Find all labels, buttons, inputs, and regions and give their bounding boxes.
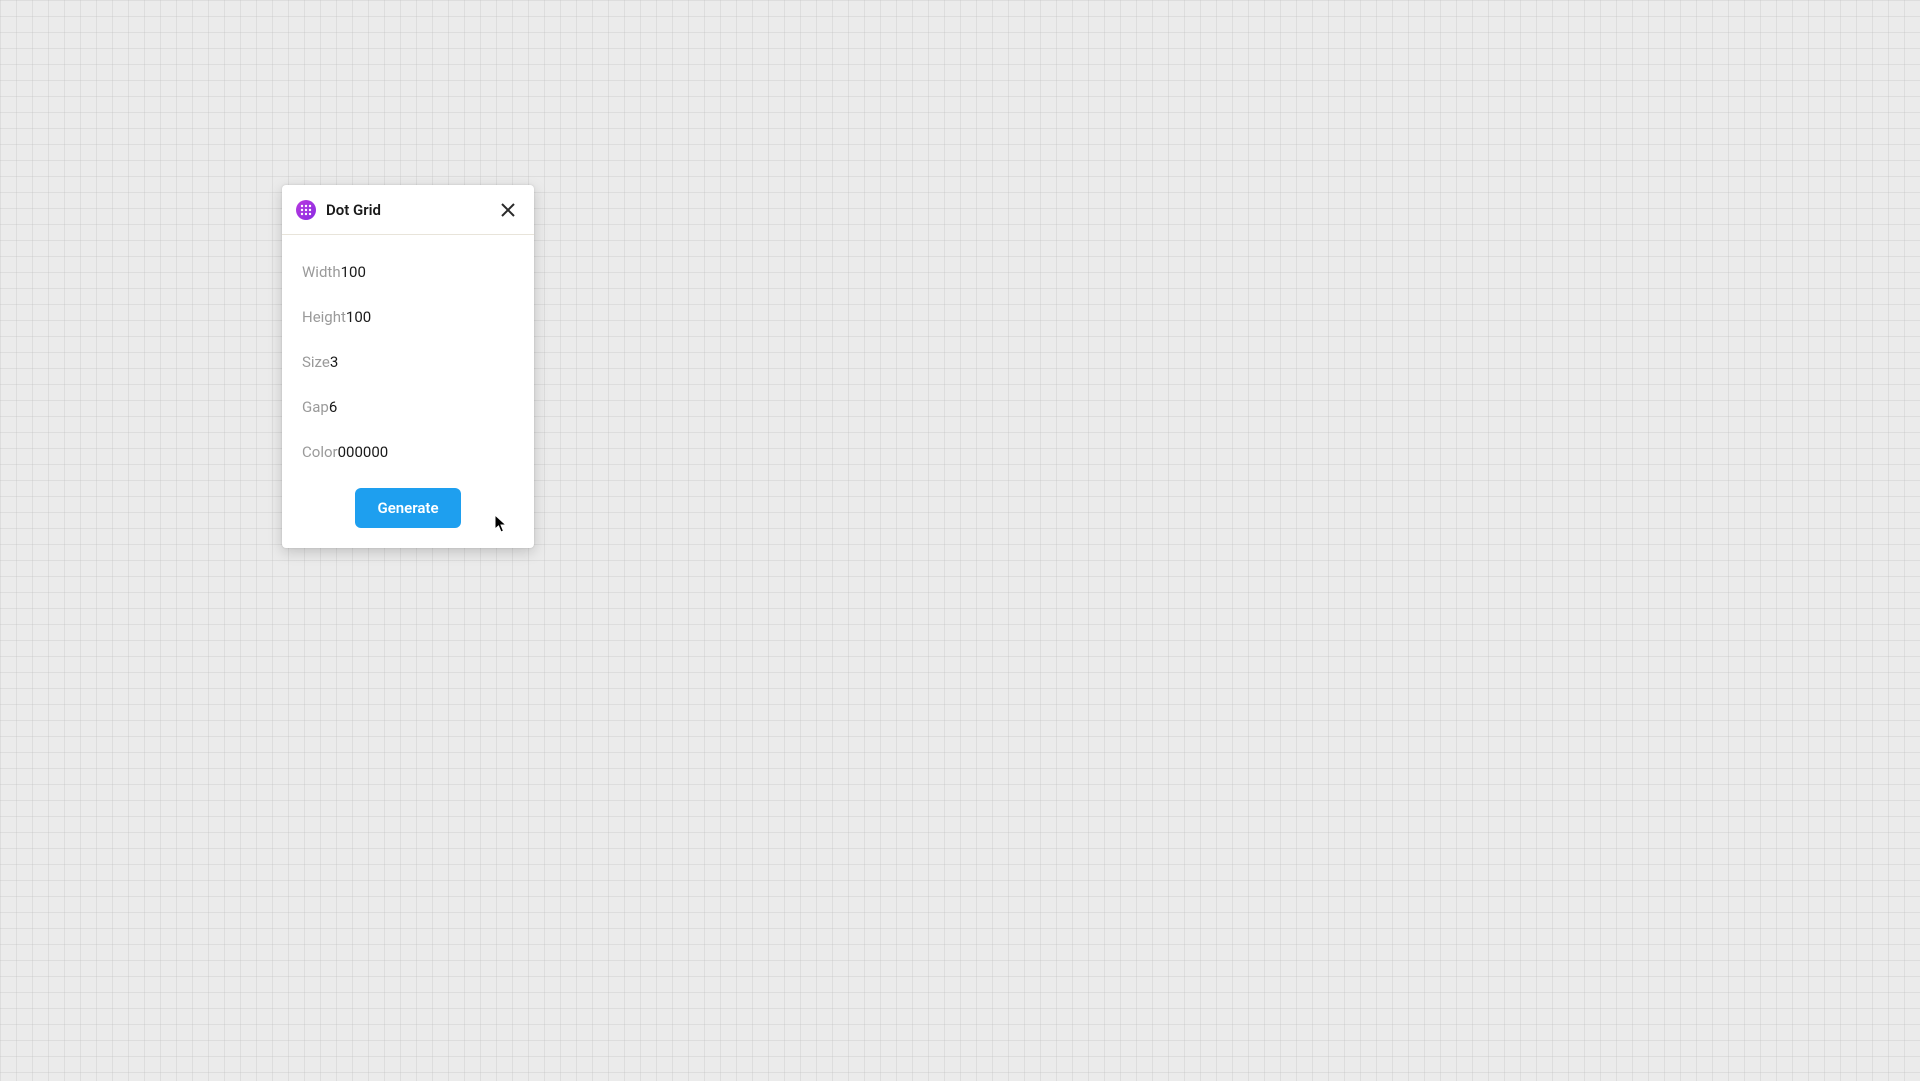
dot-grid-icon — [296, 200, 316, 220]
height-row: Height — [302, 294, 514, 339]
close-button[interactable] — [496, 198, 520, 222]
size-row: Size — [302, 339, 514, 384]
size-label: Size — [302, 353, 330, 371]
width-row: Width — [302, 249, 514, 294]
panel-body: Width Height Size Gap Color Generate — [282, 235, 534, 548]
height-label: Height — [302, 308, 346, 326]
generate-wrap: Generate — [302, 488, 514, 528]
generate-button[interactable]: Generate — [355, 488, 460, 528]
panel-header: Dot Grid — [282, 185, 534, 235]
width-label: Width — [302, 263, 341, 281]
color-row: Color — [302, 429, 514, 474]
gap-label: Gap — [302, 398, 329, 416]
height-input[interactable] — [346, 308, 545, 326]
color-input[interactable] — [338, 443, 537, 461]
panel-title: Dot Grid — [326, 201, 496, 219]
width-input[interactable] — [341, 263, 540, 281]
gap-input[interactable] — [329, 398, 528, 416]
gap-row: Gap — [302, 384, 514, 429]
size-input[interactable] — [330, 353, 529, 371]
color-label: Color — [302, 443, 338, 461]
dot-grid-panel: Dot Grid Width Height Size Gap Color — [282, 185, 534, 548]
close-icon — [500, 202, 516, 218]
